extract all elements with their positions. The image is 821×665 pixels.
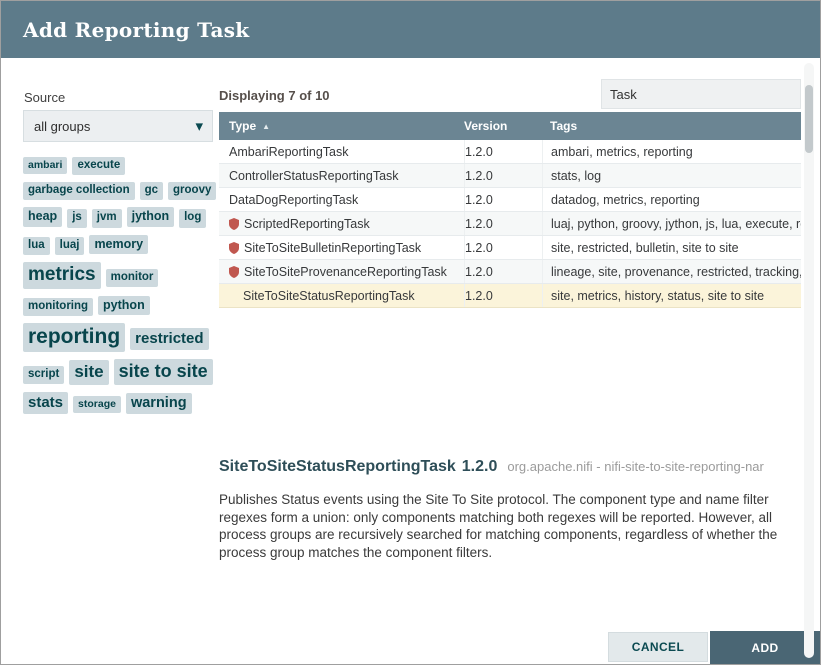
- tag-cloud-tag[interactable]: storage: [73, 396, 121, 413]
- table-row[interactable]: SiteToSiteBulletinReportingTask 1.2.0 si…: [219, 236, 801, 260]
- tag-cloud-tag[interactable]: lua: [23, 237, 50, 255]
- type-cell: SiteToSiteProvenanceReportingTask: [219, 260, 464, 283]
- sort-ascending-icon: ▲: [262, 122, 270, 131]
- column-header-tags: Tags: [542, 119, 801, 133]
- detail-heading: SiteToSiteStatusReportingTask 1.2.0 org.ap…: [219, 458, 764, 476]
- tag-cloud-tag[interactable]: gc: [140, 182, 163, 200]
- table-header: Type ▲ Version Tags: [219, 112, 801, 140]
- type-name: AmbariReportingTask: [229, 145, 349, 159]
- tags-cell: datadog, metrics, reporting: [542, 188, 801, 211]
- column-header-type[interactable]: Type ▲: [219, 119, 464, 133]
- types-table: Type ▲ Version Tags AmbariReportingTask …: [219, 112, 801, 308]
- tag-cloud-tag[interactable]: script: [23, 366, 64, 384]
- scrollbar-track[interactable]: [804, 63, 814, 658]
- tag-cloud-tag[interactable]: groovy: [168, 182, 216, 200]
- type-name: ScriptedReportingTask: [244, 217, 370, 231]
- tag-cloud-tag[interactable]: execute: [72, 157, 125, 175]
- tag-cloud-tag[interactable]: monitor: [106, 269, 159, 287]
- tag-cloud-tag[interactable]: ambari: [23, 157, 67, 174]
- type-cell: DataDogReportingTask: [219, 188, 464, 211]
- type-cell: SiteToSiteBulletinReportingTask: [219, 236, 464, 259]
- restricted-shield-icon: [229, 218, 239, 230]
- column-header-version[interactable]: Version: [464, 119, 542, 133]
- version-cell: 1.2.0: [464, 284, 542, 307]
- add-reporting-task-dialog: Add Reporting Task Source all groups ▾ a…: [0, 0, 821, 665]
- source-group-select[interactable]: all groups ▾: [23, 110, 213, 142]
- tag-cloud-tag[interactable]: reporting: [23, 323, 125, 352]
- tag-cloud-tag[interactable]: monitoring: [23, 298, 93, 316]
- version-cell: 1.2.0: [464, 236, 542, 259]
- type-name: DataDogReportingTask: [229, 193, 358, 207]
- type-name: SiteToSiteProvenanceReportingTask: [244, 265, 447, 279]
- tags-cell: site, restricted, bulletin, site to site: [542, 236, 801, 259]
- tag-cloud-tag[interactable]: jvm: [92, 209, 122, 227]
- detail-bundle: org.apache.nifi - nifi-site-to-site-repo…: [507, 459, 764, 474]
- tags-cell: stats, log: [542, 164, 801, 187]
- table-row[interactable]: SiteToSiteProvenanceReportingTask 1.2.0 …: [219, 260, 801, 284]
- tag-cloud-tag[interactable]: python: [98, 296, 150, 315]
- type-name: SiteToSiteStatusReportingTask: [243, 289, 415, 303]
- tag-cloud-tag[interactable]: stats: [23, 392, 68, 414]
- table-row[interactable]: ControllerStatusReportingTask 1.2.0 stat…: [219, 164, 801, 188]
- dialog-header: Add Reporting Task: [1, 1, 820, 58]
- detail-component-version: 1.2.0: [462, 458, 498, 475]
- tag-cloud-tag[interactable]: restricted: [130, 328, 208, 350]
- type-name: SiteToSiteBulletinReportingTask: [244, 241, 421, 255]
- version-cell: 1.2.0: [464, 188, 542, 211]
- source-label: Source: [24, 90, 65, 105]
- tag-cloud-tag[interactable]: heap: [23, 207, 62, 226]
- table-row[interactable]: DataDogReportingTask 1.2.0 datadog, metr…: [219, 188, 801, 212]
- tag-cloud-tag[interactable]: site to site: [114, 359, 213, 385]
- restricted-shield-icon: [229, 266, 239, 278]
- table-row-selected[interactable]: SiteToSiteStatusReportingTask 1.2.0 site…: [219, 284, 801, 308]
- filter-input[interactable]: [601, 79, 801, 109]
- tags-cell: luaj, python, groovy, jython, js, lua, e…: [542, 212, 801, 235]
- detail-description: Publishes Status events using the Site T…: [219, 491, 805, 561]
- restricted-shield-icon: [229, 242, 239, 254]
- version-cell: 1.2.0: [464, 164, 542, 187]
- dialog-title: Add Reporting Task: [23, 18, 249, 42]
- table-row[interactable]: ScriptedReportingTask 1.2.0 luaj, python…: [219, 212, 801, 236]
- tag-cloud-tag[interactable]: warning: [126, 393, 192, 415]
- cancel-button[interactable]: CANCEL: [608, 632, 708, 662]
- scrollbar-thumb[interactable]: [805, 85, 813, 153]
- tag-cloud-tag[interactable]: metrics: [23, 262, 101, 289]
- type-cell: ControllerStatusReportingTask: [219, 164, 464, 187]
- tags-cell: site, metrics, history, status, site to …: [542, 284, 801, 307]
- version-cell: 1.2.0: [464, 212, 542, 235]
- version-cell: 1.2.0: [464, 260, 542, 283]
- tag-cloud-tag[interactable]: garbage collection: [23, 182, 135, 200]
- tags-cell: ambari, metrics, reporting: [542, 140, 801, 163]
- tag-cloud-tag[interactable]: luaj: [55, 237, 85, 255]
- selected-group-label: all groups: [34, 119, 90, 134]
- tags-cell: lineage, site, provenance, restricted, t…: [542, 260, 801, 283]
- tag-cloud-tag[interactable]: site: [69, 360, 108, 385]
- version-cell: 1.2.0: [464, 140, 542, 163]
- tag-cloud: ambari execute garbage collection gc gro…: [23, 157, 219, 414]
- type-name: ControllerStatusReportingTask: [229, 169, 399, 183]
- tag-cloud-tag[interactable]: memory: [89, 235, 148, 254]
- tag-cloud-tag[interactable]: js: [67, 209, 87, 227]
- type-cell: SiteToSiteStatusReportingTask: [219, 284, 464, 307]
- type-cell: ScriptedReportingTask: [219, 212, 464, 235]
- table-row[interactable]: AmbariReportingTask 1.2.0 ambari, metric…: [219, 140, 801, 164]
- detail-component-name: SiteToSiteStatusReportingTask: [219, 458, 456, 475]
- tag-cloud-tag[interactable]: log: [179, 209, 206, 227]
- tag-cloud-tag[interactable]: jython: [127, 207, 175, 226]
- displaying-count: Displaying 7 of 10: [219, 88, 330, 103]
- type-cell: AmbariReportingTask: [219, 140, 464, 163]
- chevron-down-icon: ▾: [195, 119, 203, 134]
- column-header-type-label: Type: [229, 119, 256, 133]
